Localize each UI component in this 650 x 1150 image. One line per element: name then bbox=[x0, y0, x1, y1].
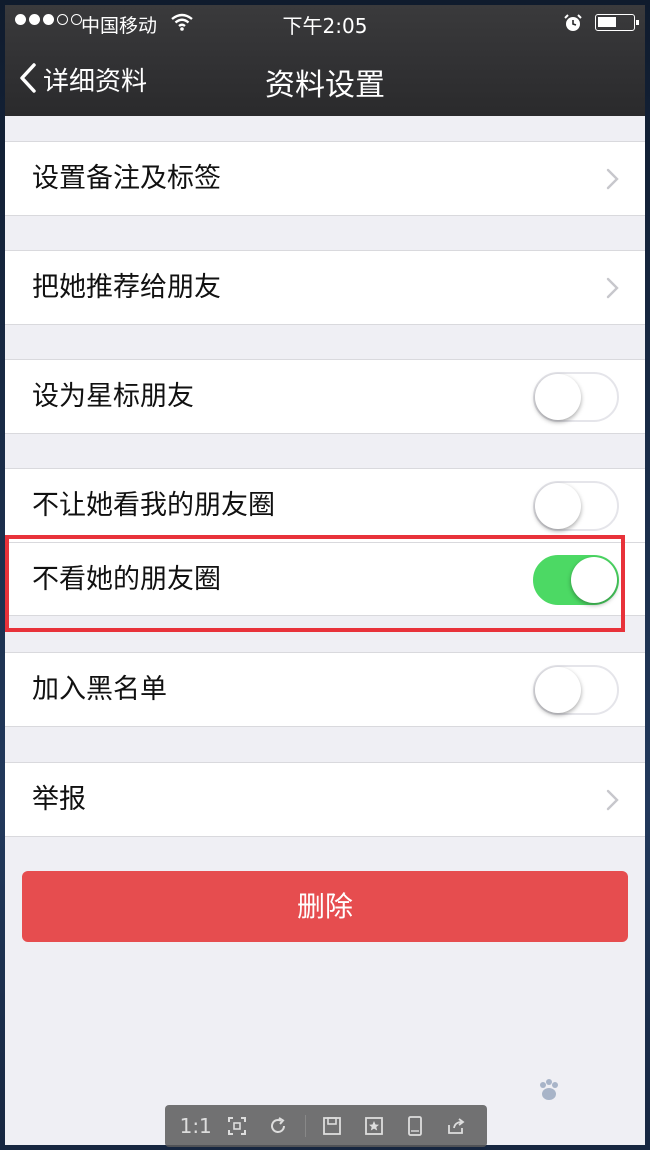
top-bar: 中国移动 下午2:05 详细资料 资料设置 bbox=[5, 5, 645, 116]
zoom-actual-size-button[interactable]: 1:1 bbox=[180, 1111, 212, 1141]
row-report[interactable]: 举报 bbox=[5, 763, 645, 836]
row-report-label: 举报 bbox=[32, 784, 86, 815]
battery-icon bbox=[595, 14, 639, 31]
row-blacklist-label: 加入黑名单 bbox=[32, 674, 167, 705]
highlight-box bbox=[5, 535, 625, 632]
row-remark[interactable]: 设置备注及标签 bbox=[5, 142, 645, 215]
alarm-icon bbox=[563, 13, 583, 38]
row-blacklist: 加入黑名单 bbox=[5, 653, 645, 726]
group-blacklist: 加入黑名单 bbox=[5, 652, 645, 727]
row-recommend-label: 把她推荐给朋友 bbox=[32, 272, 221, 303]
page-title: 资料设置 bbox=[265, 68, 385, 103]
group-report: 举报 bbox=[5, 762, 645, 837]
status-bar: 中国移动 下午2:05 bbox=[5, 5, 645, 41]
group-recommend: 把她推荐给朋友 bbox=[5, 250, 645, 325]
row-hide-my-moments: 不让她看我的朋友圈 bbox=[5, 469, 645, 542]
row-star: 设为星标朋友 bbox=[5, 360, 645, 433]
star-toggle[interactable] bbox=[533, 372, 619, 422]
rotate-icon[interactable] bbox=[263, 1111, 293, 1141]
delete-button[interactable]: 删除 bbox=[22, 871, 628, 942]
hide-my-moments-toggle[interactable] bbox=[533, 481, 619, 531]
group-star: 设为星标朋友 bbox=[5, 359, 645, 434]
chevron-right-icon bbox=[606, 789, 619, 815]
status-time: 下午2:05 bbox=[282, 14, 368, 38]
chevron-right-icon bbox=[606, 277, 619, 303]
image-viewer-toolbar: 1:1 bbox=[165, 1105, 487, 1147]
row-star-label: 设为星标朋友 bbox=[32, 381, 194, 412]
blacklist-toggle[interactable] bbox=[533, 665, 619, 715]
favorite-icon[interactable] bbox=[359, 1111, 389, 1141]
share-icon[interactable] bbox=[441, 1111, 471, 1141]
row-remark-label: 设置备注及标签 bbox=[32, 163, 221, 194]
row-recommend[interactable]: 把她推荐给朋友 bbox=[5, 251, 645, 324]
fit-screen-icon[interactable] bbox=[222, 1111, 252, 1141]
chevron-right-icon bbox=[606, 168, 619, 194]
tablet-icon[interactable] bbox=[400, 1111, 430, 1141]
group-remark: 设置备注及标签 bbox=[5, 141, 645, 216]
save-icon[interactable] bbox=[317, 1111, 347, 1141]
screenshot-frame: 中国移动 下午2:05 详细资料 资料设置 设置备注及标签 把她推荐给朋友 设为… bbox=[0, 0, 650, 1150]
baidu-watermark-logo bbox=[498, 1078, 638, 1138]
row-hide-my-moments-label: 不让她看我的朋友圈 bbox=[32, 490, 275, 521]
